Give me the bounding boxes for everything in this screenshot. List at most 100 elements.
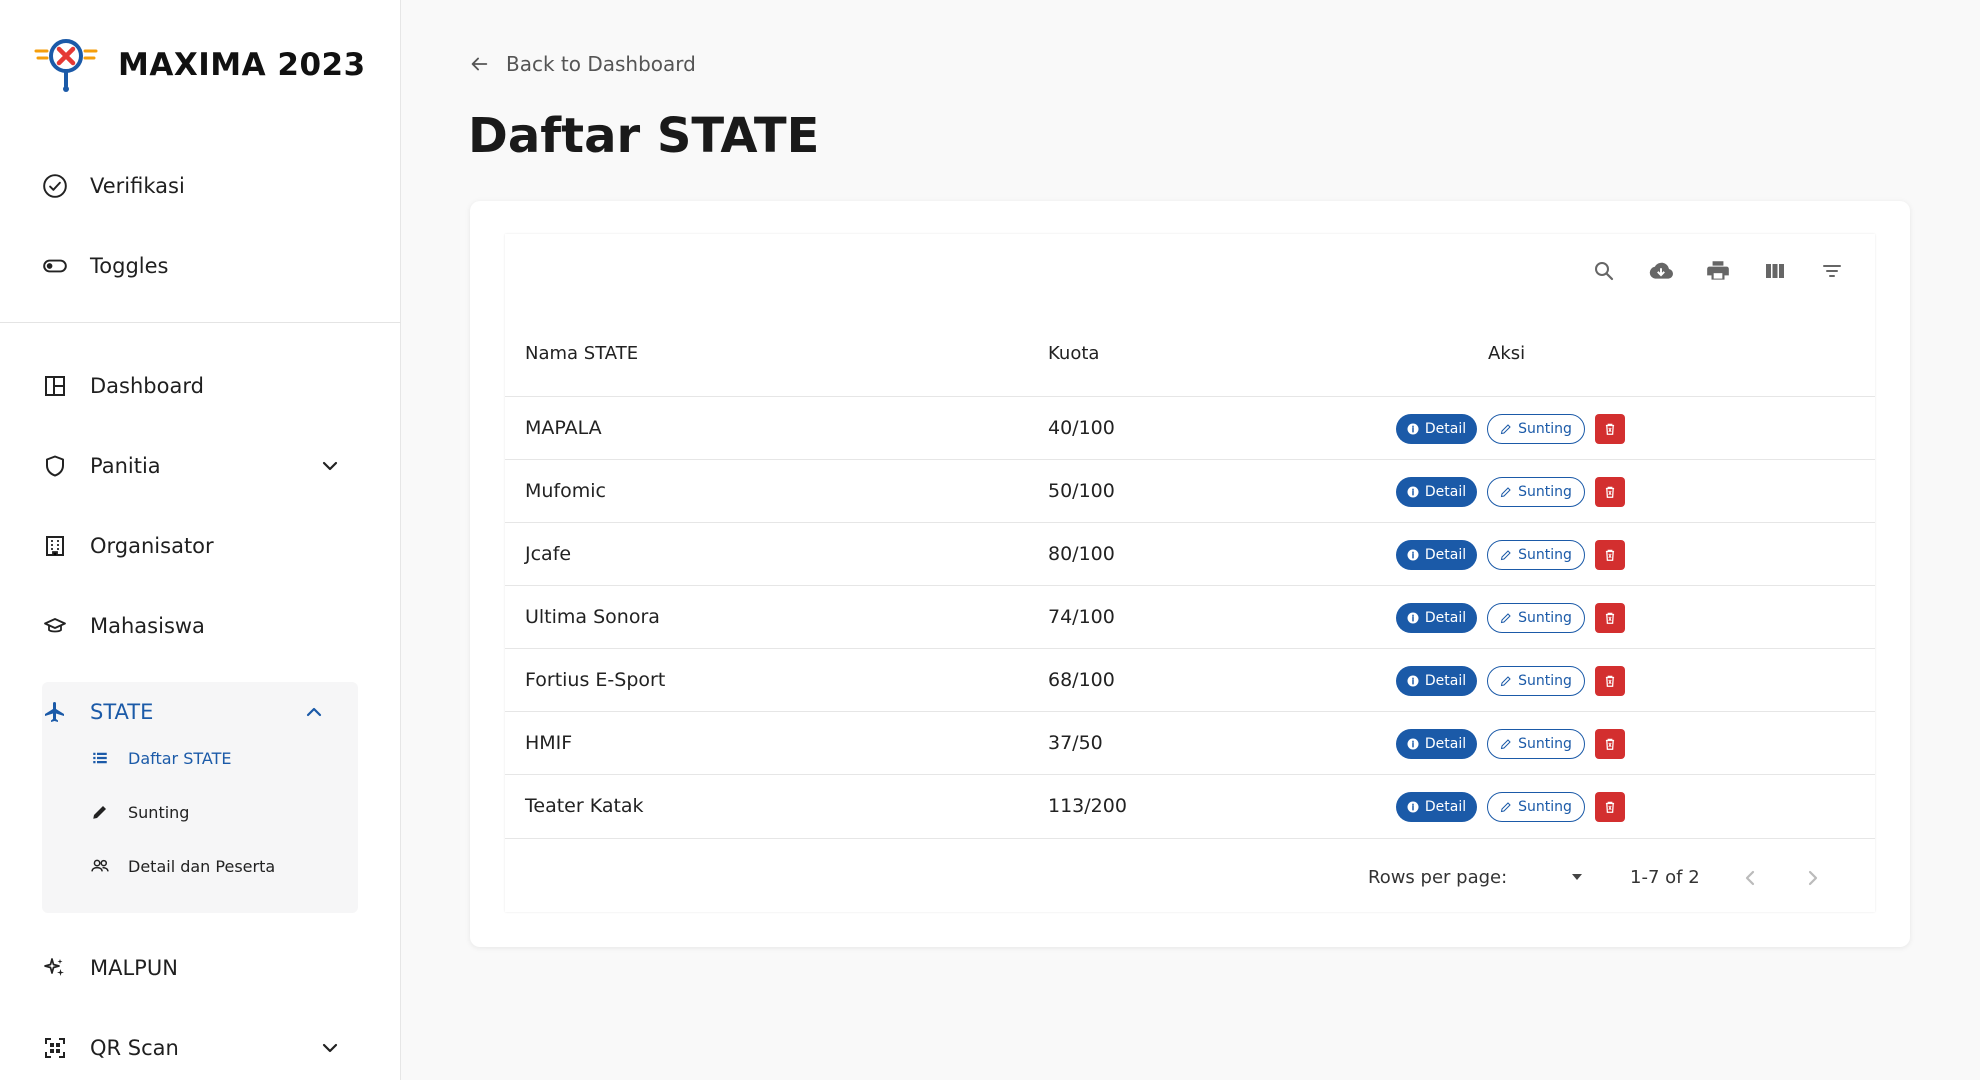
cell-kuota: 74/100 bbox=[1048, 606, 1115, 628]
toggle-icon bbox=[42, 253, 68, 279]
pencil-icon bbox=[90, 802, 110, 822]
print-icon[interactable] bbox=[1703, 256, 1733, 286]
sidebar-item-label: MALPUN bbox=[90, 956, 178, 980]
cell-nama-state: Ultima Sonora bbox=[525, 606, 660, 628]
rows-per-page-select[interactable] bbox=[1565, 867, 1589, 887]
sunting-label: Sunting bbox=[1518, 484, 1572, 500]
detail-button[interactable]: Detail bbox=[1396, 414, 1477, 444]
sidebar-item-toggles[interactable]: Toggles bbox=[42, 246, 342, 286]
sidebar-item-dashboard[interactable]: Dashboard bbox=[42, 366, 342, 406]
sidebar-item-mahasiswa[interactable]: Mahasiswa bbox=[42, 606, 342, 646]
pencil-icon bbox=[1500, 550, 1511, 561]
sidebar-item-organisator[interactable]: Organisator bbox=[42, 526, 342, 566]
dashboard-icon bbox=[42, 373, 68, 399]
table-card: Nama STATE Kuota Aksi MAPALA 40/100 Detail… bbox=[470, 201, 1910, 947]
column-header-kuota[interactable]: Kuota bbox=[1048, 343, 1099, 364]
maxima-logo bbox=[34, 39, 98, 92]
rows-per-page-label: Rows per page: bbox=[1368, 867, 1508, 888]
sidebar-item-panitia[interactable]: Panitia bbox=[42, 446, 342, 486]
brand[interactable]: MAXIMA 2023 bbox=[34, 34, 366, 96]
sunting-label: Sunting bbox=[1518, 799, 1572, 815]
detail-button[interactable]: Detail bbox=[1396, 540, 1477, 570]
table-row: Teater Katak 113/200 Detail Sunting bbox=[505, 774, 1875, 837]
brand-title: MAXIMA 2023 bbox=[118, 47, 366, 83]
sidebar-item-state[interactable]: STATE bbox=[42, 692, 342, 732]
sunting-button[interactable]: Sunting bbox=[1487, 666, 1585, 696]
delete-button[interactable] bbox=[1595, 792, 1625, 822]
cell-kuota: 113/200 bbox=[1048, 795, 1127, 817]
sidebar-subitem-sunting[interactable]: Sunting bbox=[90, 802, 189, 822]
chevron-up-icon[interactable] bbox=[302, 700, 326, 724]
next-page-button[interactable] bbox=[1800, 865, 1826, 891]
download-icon[interactable] bbox=[1646, 256, 1676, 286]
table-row: Mufomic 50/100 Detail Sunting bbox=[505, 459, 1875, 522]
search-icon[interactable] bbox=[1589, 256, 1619, 286]
pagination-range: 1-7 of 2 bbox=[1630, 867, 1700, 888]
trash-icon bbox=[1605, 801, 1615, 813]
chevron-down-icon[interactable] bbox=[318, 454, 342, 478]
delete-button[interactable] bbox=[1595, 414, 1625, 444]
sidebar-subitem-label: Daftar STATE bbox=[128, 748, 232, 768]
row-actions: Detail Sunting bbox=[1396, 792, 1625, 822]
page-title: Daftar STATE bbox=[468, 108, 820, 164]
table-row: Ultima Sonora 74/100 Detail Sunting bbox=[505, 585, 1875, 648]
info-icon bbox=[1407, 801, 1419, 813]
detail-button[interactable]: Detail bbox=[1396, 603, 1477, 633]
back-to-dashboard-link[interactable]: Back to Dashboard bbox=[468, 52, 696, 76]
cell-kuota: 80/100 bbox=[1048, 543, 1115, 565]
sidebar-item-malpun[interactable]: MALPUN bbox=[42, 948, 342, 988]
sunting-label: Sunting bbox=[1518, 610, 1572, 626]
filter-icon[interactable] bbox=[1817, 256, 1847, 286]
sunting-button[interactable]: Sunting bbox=[1487, 729, 1585, 759]
chevron-down-icon[interactable] bbox=[318, 1036, 342, 1060]
sidebar-subitem-daftar-state[interactable]: Daftar STATE bbox=[90, 748, 232, 768]
sidebar-item-qr-scan[interactable]: QR Scan bbox=[42, 1028, 342, 1068]
detail-button[interactable]: Detail bbox=[1396, 729, 1477, 759]
sunting-label: Sunting bbox=[1518, 421, 1572, 437]
row-actions: Detail Sunting bbox=[1396, 414, 1625, 444]
cell-nama-state: HMIF bbox=[525, 732, 573, 754]
row-actions: Detail Sunting bbox=[1396, 729, 1625, 759]
info-icon bbox=[1407, 675, 1419, 687]
pencil-icon bbox=[1500, 676, 1511, 687]
cell-nama-state: Mufomic bbox=[525, 480, 606, 502]
delete-button[interactable] bbox=[1595, 603, 1625, 633]
cell-nama-state: Jcafe bbox=[525, 543, 572, 565]
graduation-cap-icon bbox=[42, 613, 68, 639]
arrow-left-icon bbox=[471, 57, 488, 71]
cell-nama-state: Fortius E-Sport bbox=[525, 669, 666, 691]
delete-button[interactable] bbox=[1595, 729, 1625, 759]
column-header-nama[interactable]: Nama STATE bbox=[525, 343, 638, 364]
row-actions: Detail Sunting bbox=[1396, 666, 1625, 696]
sunting-button[interactable]: Sunting bbox=[1487, 414, 1585, 444]
shield-icon bbox=[42, 453, 68, 479]
sunting-button[interactable]: Sunting bbox=[1487, 540, 1585, 570]
pencil-icon bbox=[1500, 487, 1511, 498]
detail-label: Detail bbox=[1424, 736, 1467, 752]
sparkles-icon bbox=[42, 955, 68, 981]
detail-button[interactable]: Detail bbox=[1396, 792, 1477, 822]
previous-page-button[interactable] bbox=[1737, 865, 1763, 891]
sidebar-item-verifikasi[interactable]: Verifikasi bbox=[42, 166, 342, 206]
table-row: Jcafe 80/100 Detail Sunting bbox=[505, 522, 1875, 585]
detail-button[interactable]: Detail bbox=[1396, 477, 1477, 507]
delete-button[interactable] bbox=[1595, 666, 1625, 696]
sidebar-subitem-detail-peserta[interactable]: Detail dan Peserta bbox=[90, 856, 275, 876]
sunting-button[interactable]: Sunting bbox=[1487, 477, 1585, 507]
table-row: MAPALA 40/100 Detail Sunting bbox=[505, 396, 1875, 459]
columns-icon[interactable] bbox=[1760, 256, 1790, 286]
table-pagination: Rows per page: 1-7 of 2 bbox=[505, 838, 1875, 912]
info-icon bbox=[1407, 549, 1419, 561]
sunting-button[interactable]: Sunting bbox=[1487, 792, 1585, 822]
row-actions: Detail Sunting bbox=[1396, 603, 1625, 633]
sidebar-item-label: Toggles bbox=[90, 254, 169, 278]
detail-button[interactable]: Detail bbox=[1396, 666, 1477, 696]
sunting-button[interactable]: Sunting bbox=[1487, 603, 1585, 633]
delete-button[interactable] bbox=[1595, 540, 1625, 570]
trash-icon bbox=[1605, 549, 1615, 561]
sidebar-item-label: STATE bbox=[90, 700, 154, 724]
airplane-icon bbox=[42, 699, 68, 725]
delete-button[interactable] bbox=[1595, 477, 1625, 507]
pencil-icon bbox=[1500, 613, 1511, 624]
table-row: Fortius E-Sport 68/100 Detail Sunting bbox=[505, 648, 1875, 711]
